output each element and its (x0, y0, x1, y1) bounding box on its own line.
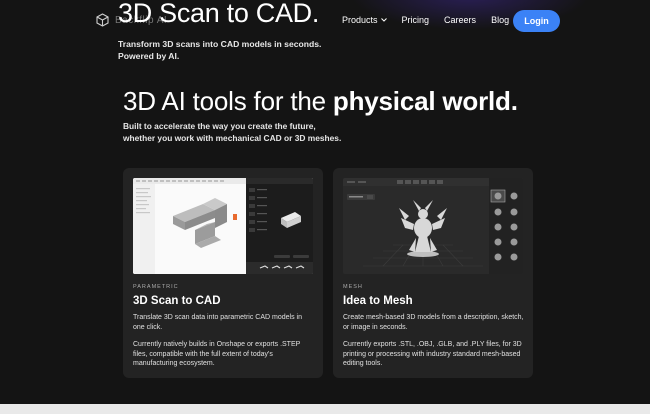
hero-title: 3D Scan to CAD. (118, 0, 320, 28)
nav-products[interactable]: Products (342, 15, 387, 25)
card-title: Idea to Mesh (343, 295, 413, 307)
section-subtitle-line-2: whether you work with mechanical CAD or … (123, 132, 342, 143)
mesh-editor-screenshot (343, 178, 523, 274)
nav-careers[interactable]: Careers (444, 15, 476, 25)
nav-blog[interactable]: Blog (491, 15, 509, 25)
nav-products-label: Products (342, 15, 378, 25)
card-tag: PARAMETRIC (133, 284, 179, 290)
card-description-secondary: Currently exports .STL, .OBJ, .GLB, and … (343, 341, 522, 367)
card-tag: MESH (343, 284, 363, 290)
onshape-screenshot (133, 178, 313, 274)
card-description-secondary: Currently natively builds in Onshape or … (133, 341, 301, 367)
chevron-down-icon (380, 18, 387, 22)
section-title-light: 3D AI tools for the (123, 86, 333, 116)
card-description: Translate 3D scan data into parametric C… (133, 314, 302, 331)
login-button[interactable]: Login (513, 10, 560, 32)
next-section-edge (0, 404, 650, 414)
section-subtitle: Built to accelerate the way you create t… (123, 121, 403, 144)
section-title: 3D AI tools for the physical world. (123, 86, 518, 117)
card-description: Create mesh-based 3D models from a descr… (343, 314, 524, 331)
section-title-bold: physical world. (332, 86, 518, 116)
main-nav: Products Pricing Careers Blog (342, 15, 509, 25)
product-card-scan-to-cad[interactable]: PARAMETRIC 3D Scan to CAD Translate 3D s… (123, 168, 323, 378)
nav-pricing[interactable]: Pricing (402, 15, 430, 25)
cube-logo-icon (96, 13, 109, 27)
card-title: 3D Scan to CAD (133, 295, 221, 307)
section-subtitle-line-1: Built to accelerate the way you create t… (123, 121, 316, 131)
hero-subtitle: Transform 3D scans into CAD models in se… (118, 39, 322, 61)
product-card-idea-to-mesh[interactable]: MESH Idea to Mesh Create mesh-based 3D m… (333, 168, 533, 378)
